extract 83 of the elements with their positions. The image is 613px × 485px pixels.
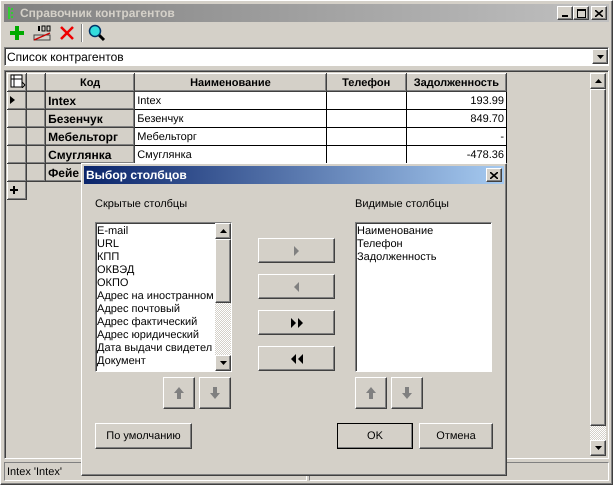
cancel-button[interactable]: Отмена	[419, 423, 493, 449]
hidden-columns-label: Скрытые столбцы	[95, 198, 188, 210]
list-item[interactable]: Телефон	[357, 238, 490, 251]
plus-icon	[10, 26, 24, 40]
move-all-right-button[interactable]	[258, 310, 335, 335]
close-icon	[595, 10, 603, 16]
list-item[interactable]: ОКВЭД	[97, 264, 214, 277]
code-cell: Intex	[48, 94, 76, 108]
close-button[interactable]	[591, 6, 607, 20]
number-swap-icon	[33, 25, 51, 41]
move-all-left-button[interactable]	[258, 346, 335, 371]
row-indicator-cell[interactable]	[8, 146, 27, 164]
row-indicator-cell[interactable]	[8, 164, 27, 182]
list-item[interactable]: Адрес на иностранном	[97, 290, 214, 303]
table-cell: Смуглянка	[137, 148, 192, 160]
table-cell: 849.70	[470, 112, 504, 124]
arrow-up-icon	[174, 387, 184, 399]
window-title: Справочник контрагентов	[20, 6, 176, 20]
list-item[interactable]: Документ	[97, 355, 214, 368]
list-item[interactable]: Адрес юридический	[97, 329, 214, 342]
maximize-icon	[576, 8, 586, 18]
app-icon	[6, 6, 16, 20]
maximize-button[interactable]	[573, 6, 589, 20]
code-cell: Безенчук	[48, 112, 103, 126]
code-cell: Смуглянка	[48, 148, 112, 162]
column-header[interactable]: Телефон	[326, 74, 406, 92]
minimize-button[interactable]	[557, 6, 573, 20]
arrow-up-icon	[366, 387, 376, 399]
list-item[interactable]: ОКПО	[97, 277, 214, 290]
scroll-up-button[interactable]	[215, 223, 231, 239]
arrow-left-icon	[294, 282, 299, 292]
table-cell: Мебельторг	[137, 130, 197, 142]
list-item[interactable]: Дата выдачи свидетел	[97, 342, 214, 355]
cross-icon	[59, 25, 75, 41]
table-cell: Intex	[137, 94, 162, 106]
table-cell: Безенчук	[137, 112, 184, 124]
search-button[interactable]	[86, 22, 108, 44]
code-cell: Мебельторг	[48, 130, 118, 144]
list-item[interactable]: E-mail	[97, 225, 214, 238]
list-item[interactable]: URL	[97, 238, 214, 251]
list-item[interactable]: Адрес фактический	[97, 316, 214, 329]
list-item[interactable]: КПП	[97, 251, 214, 264]
scroll-down-button[interactable]	[215, 355, 231, 371]
row-indicator-cell[interactable]	[8, 92, 27, 110]
scroll-down-icon	[220, 361, 226, 365]
scrollbar-thumb[interactable]	[590, 89, 606, 426]
column-chooser-icon[interactable]	[10, 74, 26, 88]
dialog-title: Выбор столбцов	[86, 168, 188, 182]
double-arrow-right-icon	[290, 318, 302, 328]
scrollbar-track[interactable]	[590, 426, 606, 440]
scroll-up-icon	[594, 79, 602, 83]
code-cell: Фейе	[48, 166, 80, 180]
arrow-down-icon	[210, 387, 220, 399]
table-cell: -	[500, 130, 504, 142]
list-item[interactable]: Адрес почтовый	[97, 303, 214, 316]
visible-columns-list[interactable]: Наименование Телефон Задолженность	[355, 222, 492, 372]
column-header[interactable]: Код	[46, 74, 135, 92]
table-cell: 193.99	[470, 94, 504, 106]
visible-columns-label: Видимые столбцы	[355, 198, 449, 210]
scroll-up-button[interactable]	[590, 73, 606, 89]
scroll-up-icon	[220, 229, 226, 233]
dropdown-arrow-icon	[596, 54, 604, 58]
list-item[interactable]: Задолженность	[357, 251, 490, 264]
arrow-right-icon	[294, 246, 299, 256]
row-indicator-cell[interactable]	[8, 110, 27, 128]
scroll-down-icon	[594, 446, 602, 450]
close-icon	[490, 172, 498, 178]
table-cell: -478.36	[466, 148, 504, 160]
scrollbar-thumb[interactable]	[215, 239, 231, 303]
add-row-icon[interactable]	[10, 186, 18, 194]
column-header[interactable]: Наименование	[134, 74, 326, 92]
close-button[interactable]	[486, 168, 502, 182]
list-dropdown[interactable]: Список контрагентов	[4, 47, 609, 66]
row-indicator-cell[interactable]	[8, 128, 27, 146]
ok-button[interactable]: OK	[337, 423, 413, 449]
default-button[interactable]: По умолчанию	[95, 423, 192, 449]
arrow-down-icon	[402, 387, 412, 399]
list-item[interactable]: Наименование	[357, 225, 490, 238]
double-arrow-left-icon	[290, 354, 302, 364]
search-icon	[88, 24, 106, 42]
column-header[interactable]: Задолженность	[406, 74, 506, 92]
hidden-columns-list[interactable]: E-mail URL КПП ОКВЭД ОКПО Адрес на иностранном Адрес почтовый Адрес фактический Адрес юридический Дата выдачи свидетел Документ	[95, 222, 232, 372]
scroll-down-button[interactable]	[590, 440, 606, 456]
